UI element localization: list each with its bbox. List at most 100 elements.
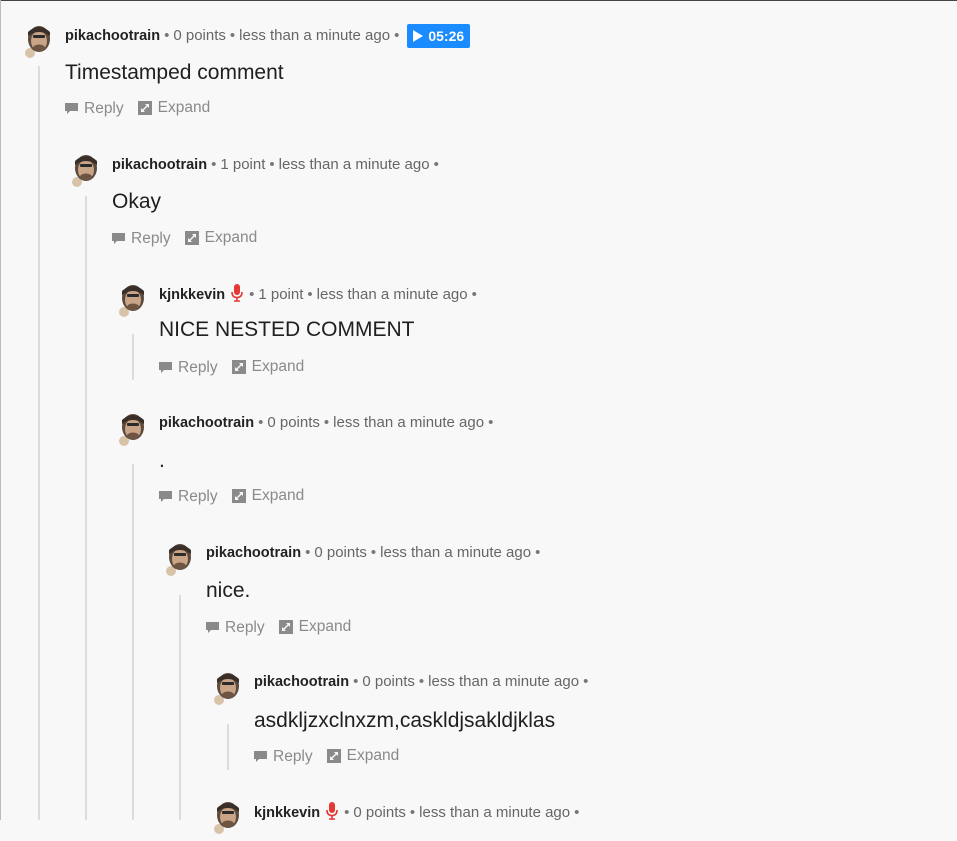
- points: 0 points: [353, 804, 406, 821]
- thread-line[interactable]: [85, 196, 87, 820]
- comment-text: NICE NESTED COMMENT: [159, 318, 415, 341]
- points: 0 points: [267, 414, 320, 431]
- reply-label: Reply: [225, 619, 265, 636]
- expand-icon: [184, 231, 199, 245]
- expand-button[interactable]: Expand: [137, 98, 211, 118]
- comment-actions: Reply Expand: [254, 746, 413, 769]
- author-name[interactable]: pikachootrain: [254, 674, 349, 690]
- avatar-image: [119, 414, 144, 446]
- avatar-image: [72, 155, 97, 187]
- timestamp-value: 05:26: [428, 28, 465, 44]
- points: 0 points: [362, 673, 415, 690]
- avatar[interactable]: [116, 283, 146, 319]
- expand-button[interactable]: Expand: [231, 357, 305, 377]
- expand-icon: [231, 489, 246, 503]
- separator: •: [229, 26, 236, 44]
- time-ago[interactable]: less than a minute ago: [239, 27, 390, 44]
- time-ago[interactable]: less than a minute ago: [419, 804, 570, 821]
- expand-button[interactable]: Expand: [231, 486, 304, 506]
- reply-button[interactable]: Reply: [159, 358, 218, 378]
- comment-actions: Reply Expand: [159, 486, 318, 509]
- comment-text: .: [159, 449, 165, 472]
- thread-line[interactable]: [179, 595, 181, 820]
- separator: •: [409, 804, 416, 821]
- expand-button[interactable]: Expand: [184, 228, 258, 248]
- comment-actions: Reply Expand: [206, 617, 365, 640]
- author-name[interactable]: kjnkkevin: [254, 805, 320, 821]
- reply-label: Reply: [131, 230, 171, 247]
- chat-bubble-icon: [159, 362, 172, 373]
- chat-bubble-icon: [206, 622, 219, 633]
- comment-text: Timestamped comment: [65, 61, 284, 84]
- expand-label: Expand: [251, 358, 305, 375]
- avatar[interactable]: [211, 800, 241, 836]
- avatar-image: [166, 544, 191, 576]
- chat-bubble-icon: [159, 491, 172, 502]
- time-ago[interactable]: less than a minute ago: [279, 156, 430, 173]
- thread-line[interactable]: [38, 66, 40, 820]
- author-name[interactable]: pikachootrain: [112, 157, 207, 173]
- separator: •: [471, 286, 477, 303]
- time-ago[interactable]: less than a minute ago: [428, 673, 579, 690]
- thread-line[interactable]: [132, 334, 134, 380]
- microphone-icon: [326, 802, 338, 820]
- microphone-icon: [231, 284, 243, 302]
- thread-line[interactable]: [132, 464, 134, 820]
- points: 1 point: [258, 286, 304, 303]
- separator: •: [353, 673, 359, 690]
- separator: •: [258, 414, 264, 431]
- expand-icon: [278, 620, 293, 634]
- comment-meta: pikachootrain • 0 points • less than a minut…: [159, 413, 497, 433]
- separator: •: [305, 544, 311, 561]
- separator: •: [211, 156, 217, 173]
- expand-label: Expand: [204, 229, 258, 246]
- reply-button[interactable]: Reply: [65, 99, 124, 119]
- author-name[interactable]: pikachootrain: [65, 28, 160, 44]
- avatar[interactable]: [116, 412, 146, 448]
- time-ago[interactable]: less than a minute ago: [333, 414, 484, 431]
- reply-button[interactable]: Reply: [254, 747, 313, 767]
- left-border: [0, 0, 1, 820]
- comment-text: asdkljzxclnxzm,caskldjsakldjklas: [254, 709, 556, 732]
- comment-text: Okay: [112, 190, 162, 213]
- separator: •: [307, 286, 313, 303]
- time-ago[interactable]: less than a minute ago: [317, 286, 468, 303]
- author-name[interactable]: kjnkkevin: [159, 287, 225, 303]
- separator: •: [574, 804, 580, 821]
- author-name[interactable]: pikachootrain: [206, 545, 301, 561]
- separator: •: [323, 414, 330, 431]
- separator: •: [269, 156, 275, 173]
- expand-button[interactable]: Expand: [278, 617, 352, 637]
- chat-bubble-icon: [112, 233, 125, 244]
- comment-actions: Reply Expand: [159, 357, 318, 380]
- points: 1 point: [220, 156, 266, 173]
- avatar[interactable]: [22, 24, 52, 60]
- reply-button[interactable]: Reply: [159, 487, 218, 507]
- avatar[interactable]: [211, 671, 241, 707]
- reply-label: Reply: [273, 748, 313, 765]
- separator: •: [433, 156, 439, 173]
- expand-label: Expand: [157, 99, 211, 116]
- expand-label: Expand: [346, 747, 400, 764]
- reply-button[interactable]: Reply: [112, 229, 171, 249]
- separator: •: [488, 414, 494, 431]
- separator: •: [418, 673, 425, 690]
- separator: •: [535, 544, 541, 561]
- reply-button[interactable]: Reply: [206, 618, 265, 638]
- avatar[interactable]: [69, 153, 99, 189]
- timestamp-badge[interactable]: 05:26: [407, 24, 471, 48]
- reply-label: Reply: [84, 100, 124, 117]
- time-ago[interactable]: less than a minute ago: [380, 544, 531, 561]
- avatar-image: [25, 26, 50, 58]
- author-name[interactable]: pikachootrain: [159, 415, 254, 431]
- comment-actions: Reply Expand: [112, 228, 271, 251]
- top-border: [0, 0, 957, 1]
- comment-meta: pikachootrain • 1 point • less than a minute…: [112, 155, 443, 175]
- expand-button[interactable]: Expand: [326, 746, 400, 766]
- thread-line[interactable]: [227, 724, 229, 770]
- expand-label: Expand: [298, 618, 352, 635]
- points: 0 points: [173, 26, 226, 44]
- avatar-image: [119, 285, 144, 317]
- comment-text: nice.: [206, 579, 251, 602]
- avatar[interactable]: [163, 542, 193, 578]
